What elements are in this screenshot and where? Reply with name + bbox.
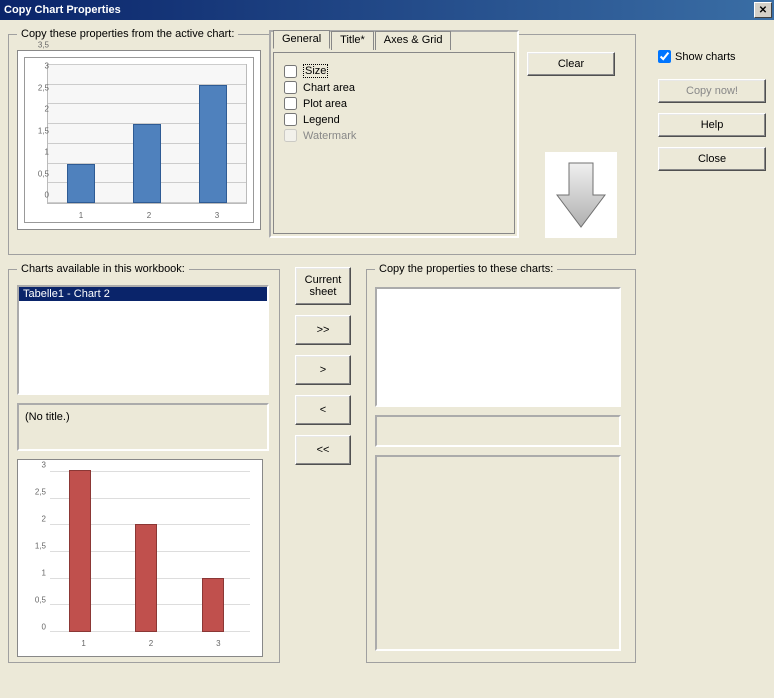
tab-general[interactable]: General [273,30,330,49]
option-size[interactable]: Size [284,64,504,78]
target-chart-preview [375,455,621,651]
clear-button[interactable]: Clear [527,52,615,76]
add-one-button[interactable]: > [295,355,351,385]
target-charts-list[interactable] [375,287,621,407]
show-charts-label: Show charts [675,51,736,63]
target-charts-group: Copy the properties to these charts: [366,263,636,663]
copy-now-button[interactable]: Copy now! [658,79,766,103]
source-properties-group: Copy these properties from the active ch… [8,28,636,255]
remove-all-button[interactable]: << [295,435,351,465]
chart-title-panel: (No title.) [17,403,269,451]
available-group-legend: Charts available in this workbook: [17,263,189,275]
available-charts-list[interactable]: Tabelle1 - Chart 2 [17,285,269,395]
properties-tabs: General Title* Axes & Grid Size Chart ar… [269,30,519,238]
close-icon[interactable]: ✕ [754,2,772,18]
add-all-button[interactable]: >> [295,315,351,345]
option-plot-area[interactable]: Plot area [284,97,504,110]
active-chart-preview: 00,511,522,533,5 123 [17,50,261,230]
target-title-panel [375,415,621,447]
option-chart-area[interactable]: Chart area [284,81,504,94]
remove-one-button[interactable]: < [295,395,351,425]
show-charts-checkbox[interactable]: Show charts [658,50,766,63]
move-buttons-column: Current sheet >> > < << [288,263,358,465]
close-button[interactable]: Close [658,147,766,171]
available-chart-preview: 00,511,522,53 123 [17,459,263,657]
option-watermark: Watermark [284,129,504,142]
available-charts-group: Charts available in this workbook: Tabel… [8,263,280,663]
show-charts-input[interactable] [658,50,671,63]
source-group-legend: Copy these properties from the active ch… [17,28,238,40]
down-arrow-icon [545,152,617,238]
option-legend[interactable]: Legend [284,113,504,126]
help-button[interactable]: Help [658,113,766,137]
current-sheet-button[interactable]: Current sheet [295,267,351,305]
tabpage-general: Size Chart area Plot area Legend Waterma… [273,52,515,234]
list-item[interactable]: Tabelle1 - Chart 2 [19,287,267,301]
no-title-label: (No title.) [25,411,70,423]
titlebar: Copy Chart Properties ✕ [0,0,774,20]
tab-axes-grid[interactable]: Axes & Grid [375,31,452,50]
tab-title[interactable]: Title* [331,31,374,50]
window-title: Copy Chart Properties [4,4,121,16]
target-group-legend: Copy the properties to these charts: [375,263,557,275]
